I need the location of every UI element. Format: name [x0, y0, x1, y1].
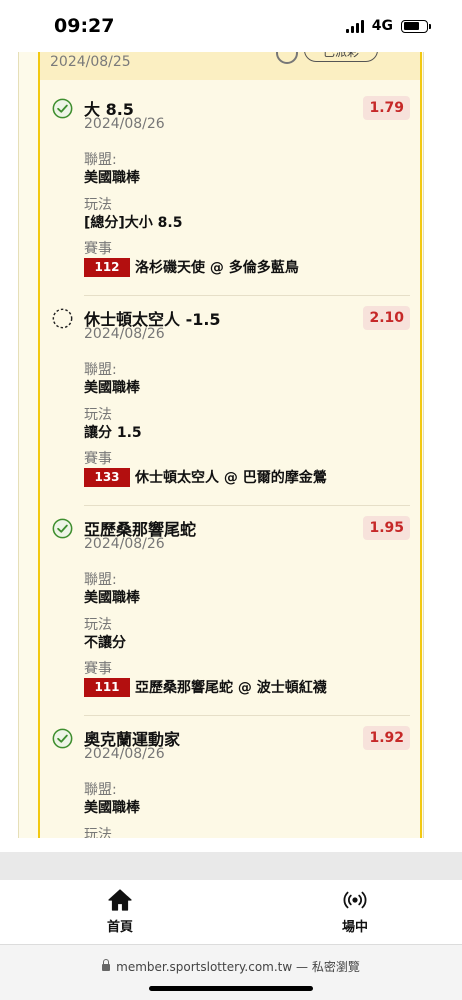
- divider: [84, 505, 410, 506]
- league-value: 美國職棒: [84, 590, 140, 606]
- bet-date: 2024/08/26: [84, 536, 165, 552]
- private-mode-text: — 私密瀏覽: [296, 960, 360, 974]
- parent-bet-date: 2024/08/25: [50, 54, 131, 70]
- play-label: 玩法: [84, 197, 112, 213]
- bet-item: 奧克蘭運動家 2024/08/26 1.92 聯盟: 美國職棒 玩法: [40, 726, 420, 838]
- nav-home-label: 首頁: [106, 920, 133, 935]
- match-name: 休士頓太空人 @ 巴爾的摩金鶯: [135, 470, 327, 486]
- match-code-badge: 111: [84, 677, 130, 697]
- play-value: 讓分 1.5: [84, 425, 142, 441]
- battery-icon: [401, 19, 431, 33]
- status-bar: 09:27 4G: [0, 0, 462, 52]
- bet-item: 大 8.5 2024/08/26 1.79 聯盟: 美國職棒 玩法 [總分]大小…: [40, 96, 420, 296]
- live-broadcast-icon: [343, 891, 367, 909]
- league-value: 美國職棒: [84, 800, 140, 816]
- match-row[interactable]: 111 亞歷桑那響尾蛇 @ 波士頓紅襪: [84, 677, 327, 697]
- status-indicators: 4G: [345, 18, 431, 34]
- odds-badge: 2.10: [363, 306, 410, 330]
- match-code-badge: 133: [84, 467, 130, 487]
- status-time: 09:27: [54, 15, 115, 37]
- league-label: 聯盟:: [84, 152, 117, 168]
- bet-date: 2024/08/26: [84, 116, 165, 132]
- league-value: 美國職棒: [84, 170, 140, 186]
- match-name: 洛杉磯天使 @ 多倫多藍鳥: [135, 260, 299, 276]
- divider: [84, 295, 410, 296]
- match-row[interactable]: 112 洛杉磯天使 @ 多倫多藍鳥: [84, 257, 299, 277]
- bet-slip-content: 2024/08/25 已派彩 大 8.5 2024/08/26 1.79 聯盟:…: [0, 52, 462, 852]
- bottom-nav: 首頁 場中: [0, 880, 462, 944]
- bet-item: 亞歷桑那響尾蛇 2024/08/26 1.95 聯盟: 美國職棒 玩法 不讓分 …: [40, 516, 420, 716]
- league-value: 美國職棒: [84, 380, 140, 396]
- bet-item: 休士頓太空人 -1.5 2024/08/26 2.10 聯盟: 美國職棒 玩法 …: [40, 306, 420, 506]
- league-label: 聯盟:: [84, 362, 117, 378]
- odds-badge: 1.92: [363, 726, 410, 750]
- match-label: 賽事: [84, 451, 112, 467]
- league-label: 聯盟:: [84, 572, 117, 588]
- url-display: member.sportslottery.com.tw — 私密瀏覽: [0, 958, 462, 975]
- divider-strip: [0, 852, 462, 880]
- lock-icon: [102, 959, 111, 971]
- match-name: 亞歷桑那響尾蛇 @ 波士頓紅襪: [135, 680, 327, 696]
- league-label: 聯盟:: [84, 782, 117, 798]
- odds-badge: 1.79: [363, 96, 410, 120]
- pending-dashed-circle-icon: [52, 308, 73, 329]
- home-indicator[interactable]: [149, 986, 313, 991]
- play-label: 玩法: [84, 617, 112, 633]
- refresh-icon[interactable]: [276, 52, 298, 64]
- nav-live-label: 場中: [341, 920, 368, 935]
- settled-button-label: 已派彩: [322, 52, 359, 59]
- battery-level: [403, 22, 420, 30]
- bet-date: 2024/08/26: [84, 746, 165, 762]
- play-value: 不讓分: [84, 635, 126, 651]
- play-value: [總分]大小 8.5: [84, 215, 183, 231]
- home-icon: [108, 889, 132, 911]
- won-check-icon: [52, 518, 73, 539]
- match-label: 賽事: [84, 241, 112, 257]
- cellular-signal-icon: [345, 19, 364, 33]
- bet-date: 2024/08/26: [84, 326, 165, 342]
- odds-badge: 1.95: [363, 516, 410, 540]
- nav-live[interactable]: 場中: [315, 888, 395, 935]
- match-row[interactable]: 133 休士頓太空人 @ 巴爾的摩金鶯: [84, 467, 327, 487]
- play-label: 玩法: [84, 827, 112, 838]
- won-check-icon: [52, 98, 73, 119]
- browser-url-bar[interactable]: member.sportslottery.com.tw — 私密瀏覽: [0, 944, 462, 1000]
- divider: [84, 715, 410, 716]
- settled-button[interactable]: 已派彩: [304, 52, 378, 62]
- url-text: member.sportslottery.com.tw: [116, 960, 293, 974]
- match-label: 賽事: [84, 661, 112, 677]
- play-label: 玩法: [84, 407, 112, 423]
- network-type: 4G: [371, 18, 393, 34]
- won-check-icon: [52, 728, 73, 749]
- nav-home[interactable]: 首頁: [80, 888, 160, 935]
- match-code-badge: 112: [84, 257, 130, 277]
- bet-details-panel: 2024/08/25 已派彩 大 8.5 2024/08/26 1.79 聯盟:…: [38, 52, 422, 838]
- panel-header: 2024/08/25 已派彩: [40, 52, 420, 80]
